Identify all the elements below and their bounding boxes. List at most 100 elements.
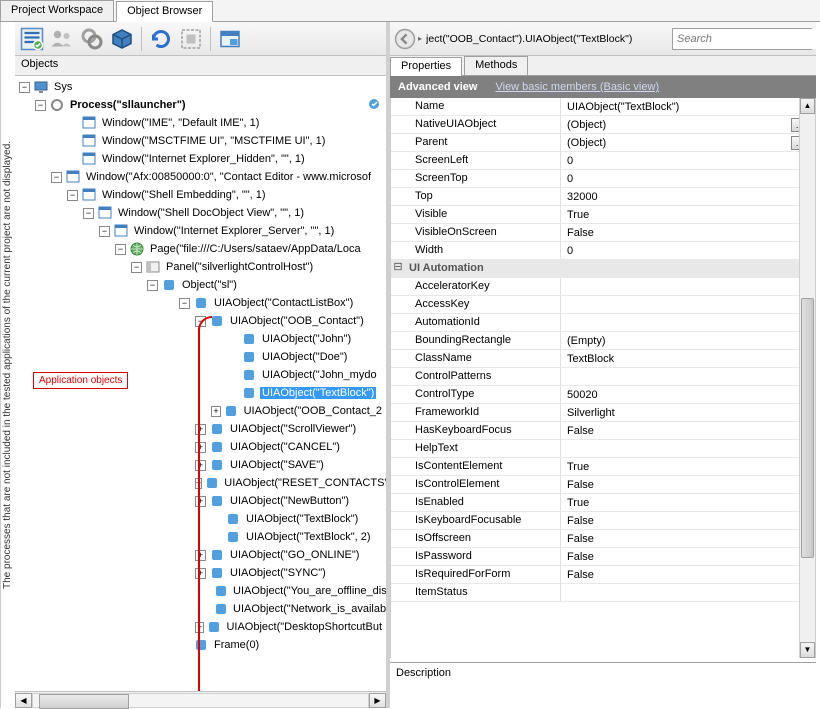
property-value[interactable]: True	[561, 458, 815, 475]
tree-node[interactable]: UIAObject("CANCEL")	[228, 441, 342, 453]
expander[interactable]: −	[19, 82, 30, 93]
expander[interactable]: ⊟	[391, 260, 405, 277]
filter-button[interactable]	[19, 26, 45, 52]
property-row[interactable]: ScreenTop0	[391, 170, 815, 188]
property-row[interactable]: Width0	[391, 242, 815, 260]
tree-node[interactable]: UIAObject("OOB_Contact_2	[242, 405, 384, 417]
tree-node[interactable]: Window("MSCTFIME UI", "MSCTFIME UI", 1)	[100, 135, 327, 147]
tree-node[interactable]: UIAObject("NewButton")	[228, 495, 351, 507]
expander[interactable]: −	[83, 208, 94, 219]
expander[interactable]: +	[195, 568, 206, 579]
tree-node-sys[interactable]: Sys	[52, 81, 74, 93]
property-value[interactable]: True	[561, 206, 815, 223]
expander[interactable]: −	[99, 226, 110, 237]
tree-node[interactable]: UIAObject("TextBlock")	[244, 513, 360, 525]
tree-node[interactable]: UIAObject("RESET_CONTACTS")	[222, 477, 386, 489]
expander[interactable]: −	[67, 190, 78, 201]
scroll-down-icon[interactable]: ▼	[800, 642, 815, 658]
property-row[interactable]: AccessKey	[391, 296, 815, 314]
package-button[interactable]	[109, 26, 135, 52]
expander[interactable]: +	[195, 550, 206, 561]
property-value[interactable]	[561, 314, 815, 331]
tree-node[interactable]: UIAObject("DesktopShortcutBut	[224, 621, 384, 633]
property-value[interactable]	[561, 440, 815, 457]
tree-node[interactable]: Window("Shell Embedding", "", 1)	[100, 189, 268, 201]
expander[interactable]: −	[131, 262, 142, 273]
back-button[interactable]	[394, 28, 416, 50]
property-value[interactable]: 0	[561, 152, 815, 169]
property-row[interactable]: VisibleOnScreenFalse	[391, 224, 815, 242]
property-value[interactable]	[561, 296, 815, 313]
tree-node[interactable]: UIAObject("John")	[260, 333, 353, 345]
property-value[interactable]: False	[561, 530, 815, 547]
property-value[interactable]: 50020	[561, 386, 815, 403]
property-value[interactable]: False	[561, 548, 815, 565]
search-input[interactable]	[673, 29, 820, 49]
tree-node-selected[interactable]: UIAObject("TextBlock")	[260, 387, 376, 399]
object-tree[interactable]: Application objects −Sys −Process("sllau…	[15, 76, 386, 691]
tree-node[interactable]: UIAObject("ScrollViewer")	[228, 423, 358, 435]
tree-node[interactable]: Window("Afx:00850000:0", "Contact Editor…	[84, 171, 373, 183]
settings-button[interactable]	[79, 26, 105, 52]
tree-node[interactable]: UIAObject("Doe")	[260, 351, 349, 363]
tree-node[interactable]: Window("Internet Explorer_Hidden", "", 1…	[100, 153, 307, 165]
tree-node[interactable]: Window("IME", "Default IME", 1)	[100, 117, 261, 129]
property-row[interactable]: HelpText	[391, 440, 815, 458]
property-row[interactable]: VisibleTrue	[391, 206, 815, 224]
property-row[interactable]: ItemStatus	[391, 584, 815, 602]
tree-node[interactable]: UIAObject("SYNC")	[228, 567, 328, 579]
property-row[interactable]: IsOffscreenFalse	[391, 530, 815, 548]
property-row[interactable]: IsRequiredForFormFalse	[391, 566, 815, 584]
property-row[interactable]: NameUIAObject("TextBlock")	[391, 98, 815, 116]
property-row[interactable]: AutomationId	[391, 314, 815, 332]
expander[interactable]: +	[195, 496, 206, 507]
tree-node[interactable]: Window("Shell DocObject View", "", 1)	[116, 207, 306, 219]
tree-node-process[interactable]: Process("sllauncher")	[68, 99, 188, 111]
expander[interactable]: +	[195, 460, 206, 471]
property-row[interactable]: BoundingRectangle(Empty)	[391, 332, 815, 350]
property-row[interactable]: ControlType50020	[391, 386, 815, 404]
property-row[interactable]: IsEnabledTrue	[391, 494, 815, 512]
tree-hscrollbar[interactable]: ◀ ▶	[15, 691, 386, 708]
tree-node[interactable]: Page("file:///C:/Users/sataev/AppData/Lo…	[148, 243, 363, 255]
property-row[interactable]: IsContentElementTrue	[391, 458, 815, 476]
property-value[interactable]: False	[561, 224, 815, 241]
tree-node[interactable]: UIAObject("ContactListBox")	[212, 297, 355, 309]
property-value[interactable]: (Object)…	[561, 116, 815, 133]
scroll-thumb[interactable]	[801, 298, 814, 558]
tree-node[interactable]: UIAObject("You_are_offline_dis	[231, 585, 386, 597]
property-value[interactable]: False	[561, 512, 815, 529]
tree-node[interactable]: Object("sl")	[180, 279, 239, 291]
property-value[interactable]: Silverlight	[561, 404, 815, 421]
refresh-button[interactable]	[148, 26, 174, 52]
expander[interactable]: −	[35, 100, 46, 111]
tree-node[interactable]: UIAObject("SAVE")	[228, 459, 326, 471]
property-value[interactable]: True	[561, 494, 815, 511]
scroll-right-icon[interactable]: ▶	[369, 693, 386, 708]
property-row[interactable]: FrameworkIdSilverlight	[391, 404, 815, 422]
tree-node[interactable]: UIAObject("John_mydo	[260, 369, 379, 381]
property-value[interactable]: 32000	[561, 188, 815, 205]
property-row[interactable]: NativeUIAObject(Object)…	[391, 116, 815, 134]
property-row[interactable]: Top32000	[391, 188, 815, 206]
scroll-thumb[interactable]	[39, 694, 129, 709]
tab-properties[interactable]: Properties	[390, 57, 462, 76]
property-value[interactable]	[561, 278, 815, 295]
expander[interactable]: +	[195, 424, 206, 435]
tree-node[interactable]: UIAObject("Network_is_availab	[231, 603, 386, 615]
property-row[interactable]: IsControlElementFalse	[391, 476, 815, 494]
property-group-ui-automation[interactable]: ⊟UI Automation	[391, 260, 815, 278]
property-value[interactable]	[561, 584, 815, 601]
tab-project-workspace[interactable]: Project Workspace	[0, 0, 114, 21]
tree-node[interactable]: UIAObject("TextBlock", 2)	[244, 531, 373, 543]
expander[interactable]: −	[51, 172, 62, 183]
property-value[interactable]: False	[561, 566, 815, 583]
store-button[interactable]	[217, 26, 243, 52]
property-row[interactable]: ClassNameTextBlock	[391, 350, 815, 368]
property-vscrollbar[interactable]: ▲ ▼	[799, 98, 815, 658]
property-row[interactable]: IsPasswordFalse	[391, 548, 815, 566]
property-value[interactable]: 0	[561, 242, 815, 259]
tab-object-browser[interactable]: Object Browser	[116, 1, 213, 22]
property-value[interactable]: (Object)…	[561, 134, 815, 151]
expander[interactable]: +	[195, 442, 206, 453]
